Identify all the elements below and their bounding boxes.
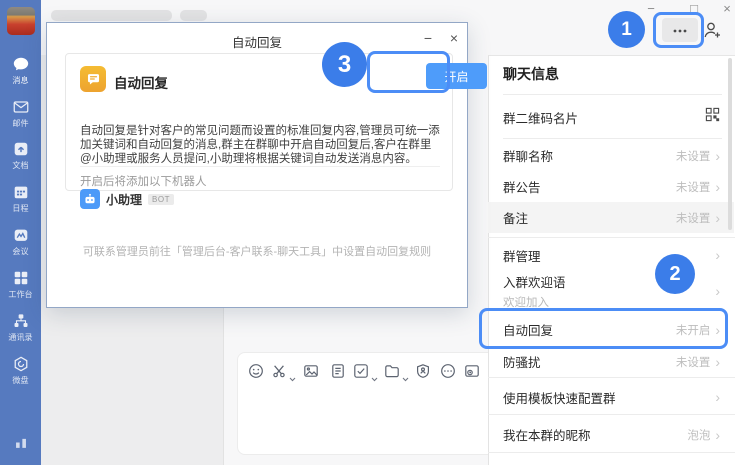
app-window: − □ × 消息 邮件 文档 日程 (0, 0, 735, 465)
emoji-icon[interactable] (248, 363, 264, 379)
dialog-minimize-button[interactable]: − (419, 29, 437, 47)
robots-hint: 开启后将添加以下机器人 (80, 173, 207, 189)
divider (503, 138, 722, 139)
row-anti-harassment[interactable]: 防骚扰 未设置› (488, 347, 734, 376)
sidebar-item-workbench[interactable]: 工作台 (0, 269, 41, 300)
window-maximize-button[interactable]: □ (685, 1, 703, 17)
dialog-footer-hint: 可联系管理员前往「管理后台-客户联系-聊天工具」中设置自动回复规则 (47, 243, 467, 259)
section-divider (488, 237, 735, 238)
divider (80, 166, 440, 167)
panel-title: 聊天信息 (503, 64, 559, 84)
folder-icon[interactable] (384, 363, 400, 379)
search-bar-skeleton[interactable] (51, 10, 172, 21)
dialog-title: 自动回复 (47, 32, 467, 51)
todo-checkbox-icon[interactable] (353, 363, 369, 379)
window-close-button[interactable]: × (718, 1, 735, 17)
screen-clock-icon[interactable] (464, 363, 480, 379)
sidebar-item-contacts[interactable]: 通讯录 (0, 312, 41, 343)
chevron-right-icon: › (715, 284, 720, 298)
row-remark[interactable]: 备注 未设置› (488, 202, 734, 233)
row-group-name[interactable]: 群聊名称 未设置› (488, 140, 734, 171)
chevron-right-icon: › (715, 355, 720, 369)
bot-badge: BOT (148, 194, 174, 205)
screenshot-caret-icon[interactable] (289, 369, 296, 374)
dialog-close-button[interactable]: × (445, 29, 463, 47)
calendar-icon (0, 183, 41, 201)
chevron-right-icon: › (715, 149, 720, 163)
message-text-input[interactable] (244, 386, 482, 448)
group-more-button[interactable] (662, 18, 698, 42)
sidebar: 消息 邮件 文档 日程 会议 (0, 0, 41, 465)
panel-scrollbar[interactable] (728, 58, 732, 230)
row-group-announcement[interactable]: 群公告 未设置› (488, 171, 734, 202)
meeting-icon (0, 226, 41, 244)
enable-button[interactable]: 开启 (426, 63, 487, 89)
section-divider (488, 377, 735, 378)
drive-hexagon-icon (0, 355, 41, 373)
sidebar-item-docs[interactable]: 文档 (0, 140, 41, 171)
folder-caret-icon[interactable] (402, 369, 409, 374)
envelope-icon (0, 98, 41, 116)
document-arrow-icon (0, 140, 41, 158)
sidebar-item-messages[interactable]: 消息 (0, 55, 41, 86)
chevron-right-icon: › (715, 428, 720, 442)
auto-reply-chat-icon (80, 66, 106, 92)
auto-reply-dialog: 自动回复 − × 自动回复 开启 自动回复是针对客户的常见问题而设置的标准回复内… (46, 22, 468, 308)
shield-person-icon[interactable] (415, 363, 431, 379)
row-auto-reply[interactable]: 自动回复 未开启› (488, 312, 734, 347)
chevron-right-icon: › (715, 211, 720, 225)
row-group-management[interactable]: 群管理 › (488, 240, 734, 270)
row-group-qr-card[interactable]: 群二维码名片 (488, 97, 734, 137)
header-button-skeleton[interactable] (180, 10, 207, 21)
sidebar-stats-button[interactable] (0, 433, 41, 456)
ellipsis-icon (672, 21, 688, 39)
robot-name: 小助理 (106, 191, 142, 208)
robot-row: 小助理 BOT (80, 189, 174, 209)
section-divider (488, 414, 735, 415)
note-icon[interactable] (330, 363, 346, 379)
stats-bars-icon (12, 438, 30, 455)
sidebar-item-meeting[interactable]: 会议 (0, 226, 41, 257)
auto-reply-card: 自动回复 开启 自动回复是针对客户的常见问题而设置的标准回复内容,管理员可统一添… (65, 53, 453, 191)
card-title: 自动回复 (114, 72, 168, 92)
section-divider (488, 452, 735, 453)
chevron-right-icon: › (715, 323, 720, 337)
chevron-right-icon: › (715, 248, 720, 262)
workbench-grid-icon (0, 269, 41, 287)
row-template-config[interactable]: 使用模板快速配置群 › (488, 381, 734, 413)
user-avatar[interactable] (7, 7, 35, 35)
org-contacts-icon (0, 312, 41, 330)
screenshot-scissors-icon[interactable] (271, 363, 287, 379)
annotation-step-3: 3 (322, 42, 367, 87)
add-member-button[interactable] (702, 20, 722, 40)
chevron-right-icon: › (715, 390, 720, 404)
image-icon[interactable] (303, 363, 319, 379)
chevron-right-icon: › (715, 180, 720, 194)
todo-caret-icon[interactable] (371, 369, 378, 374)
robot-avatar-icon (80, 189, 100, 209)
row-my-nickname[interactable]: 我在本群的昵称 泡泡› (488, 418, 734, 451)
window-minimize-button[interactable]: − (642, 1, 660, 17)
chat-bubble-icon (0, 55, 41, 73)
sidebar-item-mail[interactable]: 邮件 (0, 98, 41, 129)
sidebar-item-drive[interactable]: 微盘 (0, 355, 41, 386)
sidebar-item-calendar[interactable]: 日程 (0, 183, 41, 214)
qr-code-icon[interactable] (705, 107, 720, 127)
annotation-step-2: 2 (655, 254, 695, 294)
row-welcome-message[interactable]: 入群欢迎语 欢迎加入 › (488, 270, 734, 312)
auto-reply-description: 自动回复是针对客户的常见问题而设置的标准回复内容,管理员可统一添加关键词和自动回… (80, 124, 442, 166)
divider (503, 94, 722, 95)
more-circle-icon[interactable] (440, 363, 456, 379)
annotation-step-1: 1 (608, 11, 645, 48)
